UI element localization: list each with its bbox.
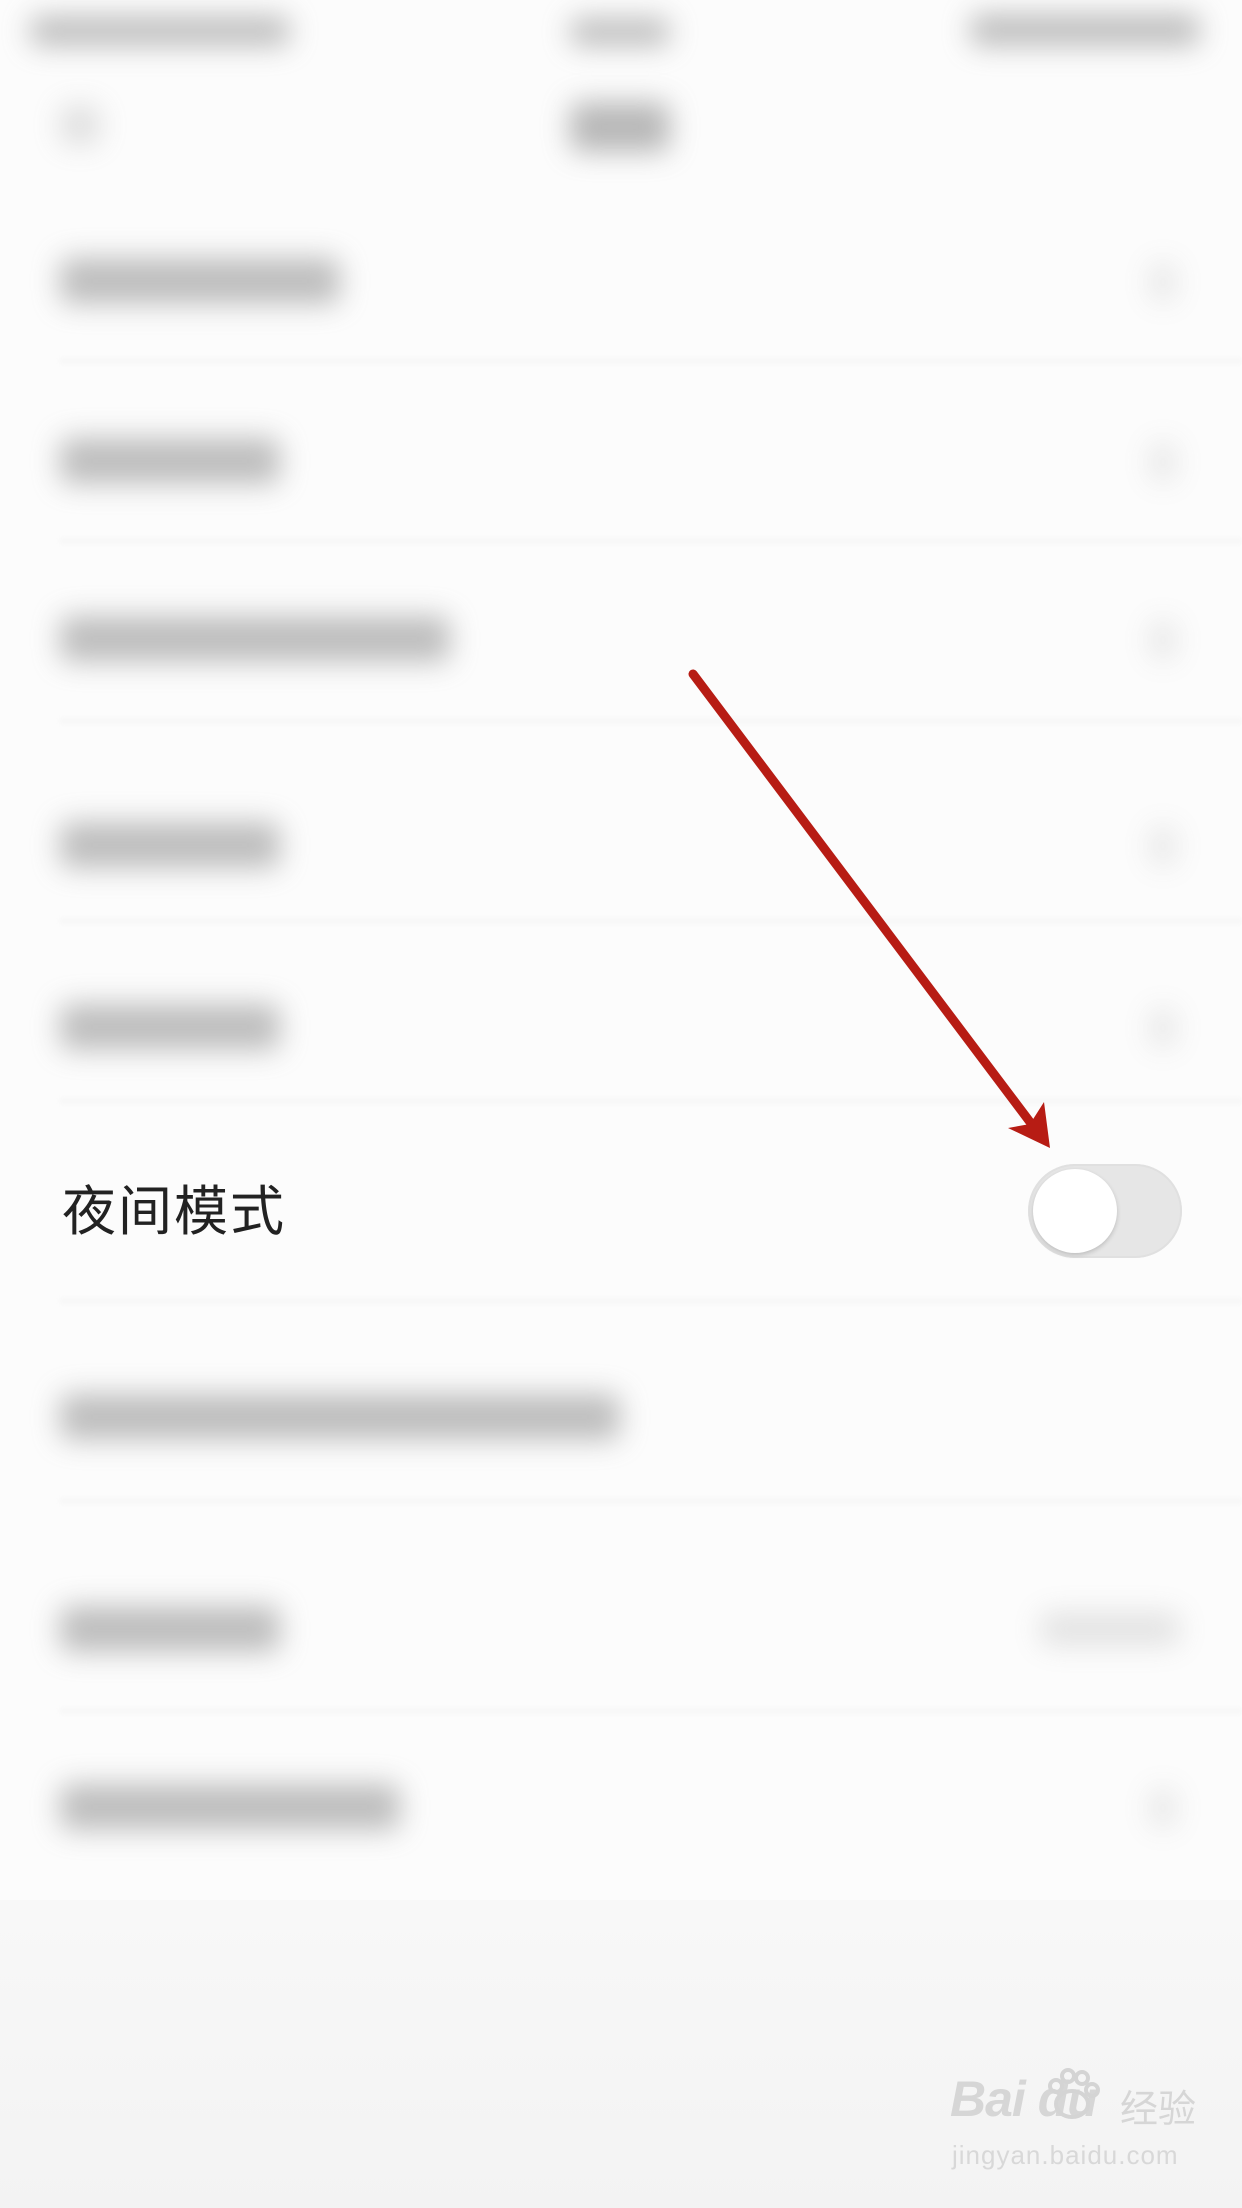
row-divider [60,1500,1242,1502]
chevron-right-icon [1150,1008,1176,1048]
row-divider [60,360,1242,362]
row-divider [60,1100,1242,1102]
row-divider [60,1710,1242,1712]
status-bar-time-blurred [570,18,670,46]
settings-row-4-blurred[interactable] [60,822,280,868]
nav-title-blurred [570,102,670,152]
settings-row-8-blurred[interactable] [60,1606,280,1652]
row-divider [60,1300,1242,1302]
chevron-right-icon [1150,826,1176,866]
settings-row-2-blurred[interactable] [60,438,280,484]
watermark-suffix-text: 经验 [1120,2087,1197,2131]
row-divider [60,540,1242,542]
toggle-knob [1033,1169,1117,1253]
settings-screen: 夜间模式 Bai du 经验 jingyan.baidu.com [0,0,1242,2208]
settings-row-1-blurred[interactable] [60,258,340,304]
row-divider [60,920,1242,922]
night-mode-toggle[interactable] [1028,1164,1182,1258]
baidu-paw-icon [1048,2068,1100,2119]
chevron-right-icon [1150,1788,1176,1828]
night-mode-label: 夜间模式 [62,1180,286,1243]
status-bar-battery-blurred [970,14,1200,46]
watermark-url-text: jingyan.baidu.com [952,2140,1179,2170]
baidu-jingyan-watermark: Bai du 经验 jingyan.baidu.com [950,2068,1210,2190]
chevron-right-icon [1150,262,1176,302]
settings-row-5-blurred[interactable] [60,1004,280,1050]
chevron-right-icon [1150,442,1176,482]
status-bar-carrier-blurred [30,16,290,46]
chevron-right-icon [1150,620,1176,660]
back-arrow-icon[interactable] [60,105,100,145]
row-divider [60,720,1242,722]
settings-row-8-value-blurred [1040,1612,1180,1646]
settings-row-9-blurred[interactable] [60,1784,400,1830]
night-mode-row[interactable]: 夜间模式 [0,1160,1242,1260]
settings-row-7-blurred[interactable] [60,1394,620,1440]
settings-row-3-blurred[interactable] [60,616,450,662]
